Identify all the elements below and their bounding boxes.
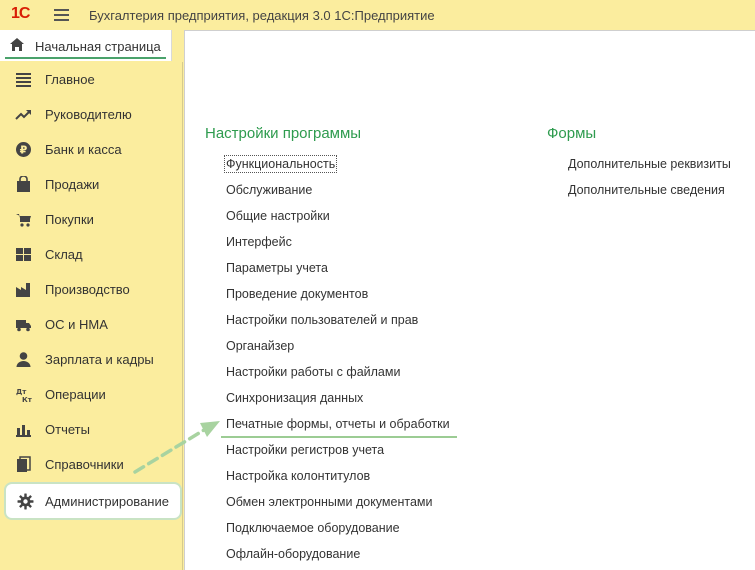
- sidebar-item-label: ОС и НМА: [45, 317, 108, 332]
- sidebar-item-label: Склад: [45, 247, 83, 262]
- link-accounting-parameters[interactable]: Параметры учета: [226, 261, 328, 275]
- active-tab-underline: [5, 57, 166, 59]
- print-forms-highlight: [221, 436, 457, 438]
- books-icon: [17, 456, 31, 472]
- title-bar: 1С Бухгалтерия предприятия, редакция 3.0…: [0, 0, 755, 30]
- sidebar-item-administration[interactable]: Администрирование: [4, 482, 182, 520]
- app-logo: 1С: [11, 5, 30, 22]
- warehouse-grid-icon: [16, 248, 31, 261]
- cart-icon: [16, 214, 31, 227]
- link-file-settings[interactable]: Настройки работы с файлами: [226, 365, 400, 379]
- home-page-tab[interactable]: Начальная страница: [0, 30, 172, 61]
- link-document-posting[interactable]: Проведение документов: [226, 287, 368, 301]
- main-menu-icon[interactable]: [54, 9, 69, 21]
- sidebar-item-label: Банк и касса: [45, 142, 122, 157]
- sidebar-item-sales[interactable]: Продажи: [0, 167, 183, 202]
- ruble-coin-icon: ₽: [16, 142, 31, 157]
- settings-group-title: Настройки программы: [205, 125, 362, 142]
- sidebar-item-catalogs[interactable]: Справочники: [0, 447, 183, 482]
- svg-text:Кт: Кт: [22, 396, 32, 403]
- sidebar-item-manager[interactable]: Руководителю: [0, 97, 183, 132]
- sidebar-item-label: Покупки: [45, 212, 94, 227]
- link-interface[interactable]: Интерфейс: [226, 235, 292, 249]
- sidebar-item-label: Зарплата и кадры: [45, 352, 154, 367]
- link-general-settings[interactable]: Общие настройки: [226, 209, 330, 223]
- person-icon: [16, 352, 31, 367]
- home-icon: [10, 38, 24, 51]
- sidebar-item-label: Справочники: [45, 457, 124, 472]
- sections-sidebar: Главное Руководителю ₽ Банк и касса Прод…: [0, 62, 183, 570]
- sidebar-item-bank[interactable]: ₽ Банк и касса: [0, 132, 183, 167]
- sidebar-item-label: Операции: [45, 387, 106, 402]
- factory-icon: [16, 283, 30, 297]
- sidebar-item-label: Производство: [45, 282, 130, 297]
- sidebar-item-main[interactable]: Главное: [0, 62, 183, 97]
- sidebar-item-warehouse[interactable]: Склад: [0, 237, 183, 272]
- gear-icon: [17, 493, 34, 510]
- sidebar-item-label: Отчеты: [45, 422, 90, 437]
- link-maintenance[interactable]: Обслуживание: [226, 183, 312, 197]
- link-data-sync[interactable]: Синхронизация данных: [226, 391, 363, 405]
- link-additional-info[interactable]: Дополнительные сведения: [568, 183, 725, 197]
- link-connected-equipment[interactable]: Подключаемое оборудование: [226, 521, 400, 535]
- sidebar-item-label: Главное: [45, 72, 95, 87]
- sidebar-item-purchases[interactable]: Покупки: [0, 202, 183, 237]
- sidebar-item-salary[interactable]: Зарплата и кадры: [0, 342, 183, 377]
- link-additional-attributes[interactable]: Дополнительные реквизиты: [568, 157, 731, 171]
- link-header-footer[interactable]: Настройка колонтитулов: [226, 469, 370, 483]
- app-title: Бухгалтерия предприятия, редакция 3.0 1С…: [89, 8, 435, 23]
- link-functionality[interactable]: Функциональность: [223, 155, 338, 173]
- link-edi-exchange[interactable]: Обмен электронными документами: [226, 495, 432, 509]
- sidebar-item-label: Продажи: [45, 177, 100, 192]
- link-print-forms-reports[interactable]: Печатные формы, отчеты и обработки: [226, 417, 450, 431]
- sidebar-item-label: Администрирование: [45, 494, 169, 509]
- trend-up-icon: [15, 110, 31, 120]
- link-users-and-rights[interactable]: Настройки пользователей и прав: [226, 313, 418, 327]
- sidebar-item-production[interactable]: Производство: [0, 272, 183, 307]
- bar-chart-icon: [16, 425, 31, 437]
- sidebar-item-label: Руководителю: [45, 107, 132, 122]
- link-organizer[interactable]: Органайзер: [226, 339, 294, 353]
- link-register-settings[interactable]: Настройки регистров учета: [226, 443, 384, 457]
- sidebar-item-reports[interactable]: Отчеты: [0, 412, 183, 447]
- link-offline-equipment[interactable]: Офлайн-оборудование: [226, 547, 360, 561]
- home-page-tab-label: Начальная страница: [35, 39, 161, 54]
- sidebar-item-fixed-assets[interactable]: ОС и НМА: [0, 307, 183, 342]
- shopping-bag-icon: [17, 176, 30, 192]
- menu-list-icon: [16, 73, 31, 87]
- debit-credit-icon: ДтКт: [16, 388, 32, 403]
- sidebar-item-operations[interactable]: Дт Кт Операции: [0, 377, 183, 412]
- svg-text:₽: ₽: [20, 144, 28, 157]
- forms-group-title: Формы: [547, 125, 597, 142]
- truck-icon: [16, 320, 31, 332]
- svg-text:Дт: Дт: [16, 388, 27, 396]
